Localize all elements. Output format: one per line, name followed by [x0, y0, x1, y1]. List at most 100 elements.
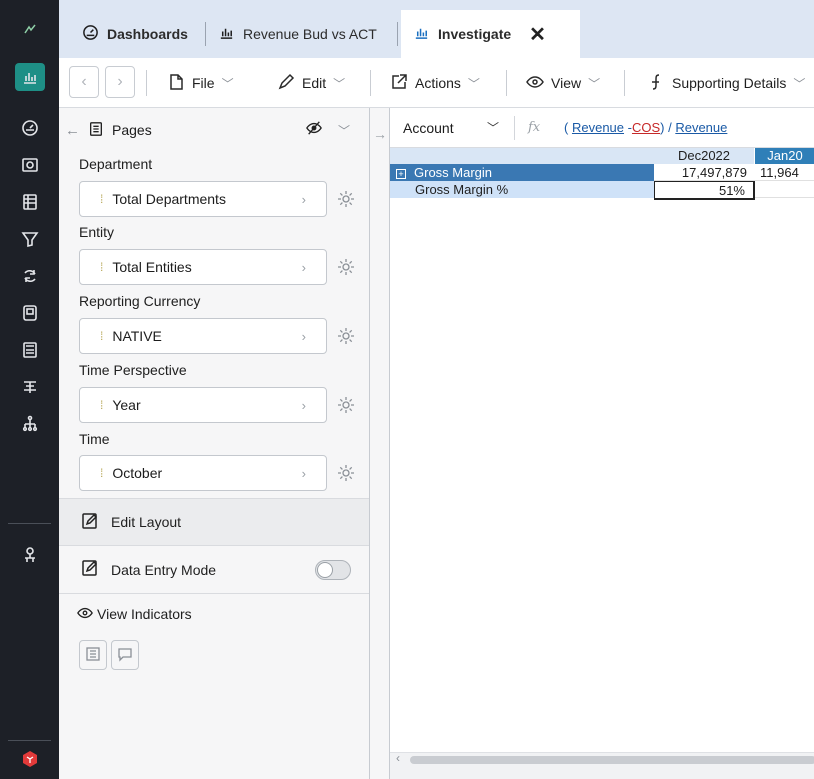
tab-investigate[interactable]: Investigate ✕ — [401, 10, 580, 58]
pages-panel-header: ← Pages ﹀ — [59, 108, 369, 152]
org-chart-nav-icon[interactable] — [0, 405, 59, 442]
rail-divider — [8, 523, 51, 524]
pages-panel: ← Pages ﹀ Department ⁞ Total Departments… — [59, 108, 370, 779]
gear-icon[interactable] — [337, 190, 357, 210]
expand-icon[interactable]: + — [396, 169, 406, 179]
file-menu[interactable]: File ﹀ — [167, 58, 234, 108]
entity-selector[interactable]: ⁞ Total Entities › — [79, 249, 327, 285]
formula-open-paren: ( — [564, 120, 569, 135]
formula-cos-link[interactable]: COS — [632, 120, 660, 135]
drag-handle-icon[interactable]: ⁞ — [100, 329, 104, 343]
fx-icon: fx — [528, 120, 541, 135]
formula-text[interactable]: ( Revenue -COS) / Revenue — [564, 120, 727, 135]
gear-icon[interactable] — [337, 464, 357, 484]
hierarchy-nav-icon[interactable] — [0, 368, 59, 405]
chevron-left-icon[interactable]: ‹ — [396, 751, 400, 765]
search-nav-icon[interactable] — [0, 146, 59, 183]
toolbar-divider — [146, 70, 147, 96]
gear-icon[interactable] — [337, 396, 357, 416]
eye-icon — [526, 73, 544, 94]
department-value: Total Departments — [112, 191, 226, 207]
chevron-right-icon: › — [301, 465, 306, 481]
gear-icon[interactable] — [337, 258, 357, 278]
app-rail — [0, 0, 59, 779]
chevron-down-icon: ﹀ — [793, 76, 806, 91]
edit-layout-button[interactable]: Edit Layout — [59, 498, 369, 546]
time-perspective-label: Time Perspective — [79, 362, 187, 378]
department-selector[interactable]: ⁞ Total Departments › — [79, 181, 327, 217]
supporting-details-menu[interactable]: Supporting Details ﹀ — [647, 58, 805, 108]
actions-menu-label: Actions — [415, 75, 461, 91]
reports-nav-icon[interactable] — [0, 58, 59, 95]
formula-slash: / — [664, 120, 676, 135]
actions-menu[interactable]: Actions ﹀ — [390, 58, 480, 108]
arrow-right-icon[interactable]: → — [373, 126, 387, 142]
column-header[interactable]: Jan20 — [755, 148, 814, 164]
data-entry-icon — [81, 559, 99, 580]
row-header-gross-margin-pct[interactable]: Gross Margin % — [390, 181, 654, 198]
drag-handle-icon[interactable]: ⁞ — [100, 260, 104, 274]
reporting-currency-selector[interactable]: ⁞ NATIVE › — [79, 318, 327, 354]
admin-nav-icon[interactable] — [0, 536, 59, 573]
row-header-gross-margin[interactable]: + Gross Margin — [390, 164, 654, 181]
time-perspective-selector[interactable]: ⁞ Year › — [79, 387, 327, 423]
tab-revenue-bud-vs-act[interactable]: Revenue Bud vs ACT — [206, 10, 389, 58]
chart-icon — [413, 24, 430, 44]
chevron-right-icon: › — [301, 259, 306, 275]
entity-value: Total Entities — [112, 259, 192, 275]
gear-icon[interactable] — [337, 327, 357, 347]
table-cell[interactable]: 17,497,879 — [654, 164, 755, 181]
drag-handle-icon[interactable]: ⁞ — [100, 398, 104, 412]
horizontal-scrollbar[interactable]: ‹ — [390, 751, 814, 766]
close-tab-icon[interactable]: ✕ — [529, 22, 546, 47]
edit-layout-icon — [81, 512, 99, 533]
drag-handle-icon[interactable]: ⁞ — [100, 466, 104, 480]
tab-label: Investigate — [438, 26, 512, 42]
chevron-down-icon[interactable]: ﹀ — [487, 119, 499, 136]
eye-off-icon[interactable] — [306, 120, 322, 139]
chevron-down-icon: ﹀ — [467, 76, 480, 91]
chevron-down-icon: ﹀ — [588, 76, 601, 91]
view-menu[interactable]: View ﹀ — [526, 58, 600, 108]
drag-handle-icon[interactable]: ⁞ — [100, 192, 104, 206]
modules-nav-icon[interactable] — [0, 294, 59, 331]
formula-revenue-link-2[interactable]: Revenue — [675, 120, 727, 135]
chevron-down-icon: ﹀ — [333, 76, 346, 91]
chevron-right-icon: › — [301, 191, 306, 207]
account-selector-label[interactable]: Account — [403, 120, 454, 136]
filter-nav-icon[interactable] — [0, 220, 59, 257]
chevron-down-icon[interactable]: ﹀ — [338, 122, 350, 139]
app-logo — [0, 0, 59, 58]
dashboard-nav-icon[interactable] — [0, 109, 59, 146]
refresh-nav-icon[interactable] — [0, 257, 59, 294]
time-selector[interactable]: ⁞ October › — [79, 455, 327, 491]
file-menu-label: File — [192, 75, 215, 91]
back-button[interactable]: ‹ — [69, 66, 99, 98]
data-entry-mode-toggle[interactable] — [315, 560, 351, 580]
row-label: Gross Margin — [414, 165, 493, 180]
table-cell[interactable]: 11,964 — [755, 164, 814, 181]
toolbar-divider — [506, 70, 507, 96]
tab-dashboards[interactable]: Dashboards — [70, 10, 200, 58]
grid-footer — [390, 766, 814, 779]
toolbar-divider — [370, 70, 371, 96]
table-cell[interactable] — [755, 181, 814, 198]
tab-divider — [397, 22, 398, 46]
formula-revenue-link[interactable]: Revenue — [572, 120, 624, 135]
tab-strip: Dashboards Revenue Bud vs ACT Investigat… — [59, 0, 814, 58]
grid-corner — [390, 148, 654, 164]
tab-label: Dashboards — [107, 26, 188, 42]
supporting-details-icon — [647, 73, 665, 94]
formula-bar: Account ﹀ fx ( Revenue -COS) / Revenue — [390, 108, 814, 148]
table-cell-selected[interactable]: 51% — [654, 181, 755, 200]
comments-indicator-button[interactable] — [111, 640, 139, 670]
scrollbar-thumb[interactable] — [410, 756, 814, 764]
collapse-left-icon[interactable]: ← — [65, 122, 80, 139]
sheet-nav-icon[interactable] — [0, 183, 59, 220]
edit-menu[interactable]: Edit ﹀ — [277, 58, 345, 108]
notes-indicator-button[interactable] — [79, 640, 107, 670]
column-header[interactable]: Dec2022 — [654, 148, 755, 164]
forward-button[interactable]: › — [105, 66, 135, 98]
dashboard-icon — [82, 24, 99, 44]
calculator-nav-icon[interactable] — [0, 331, 59, 368]
